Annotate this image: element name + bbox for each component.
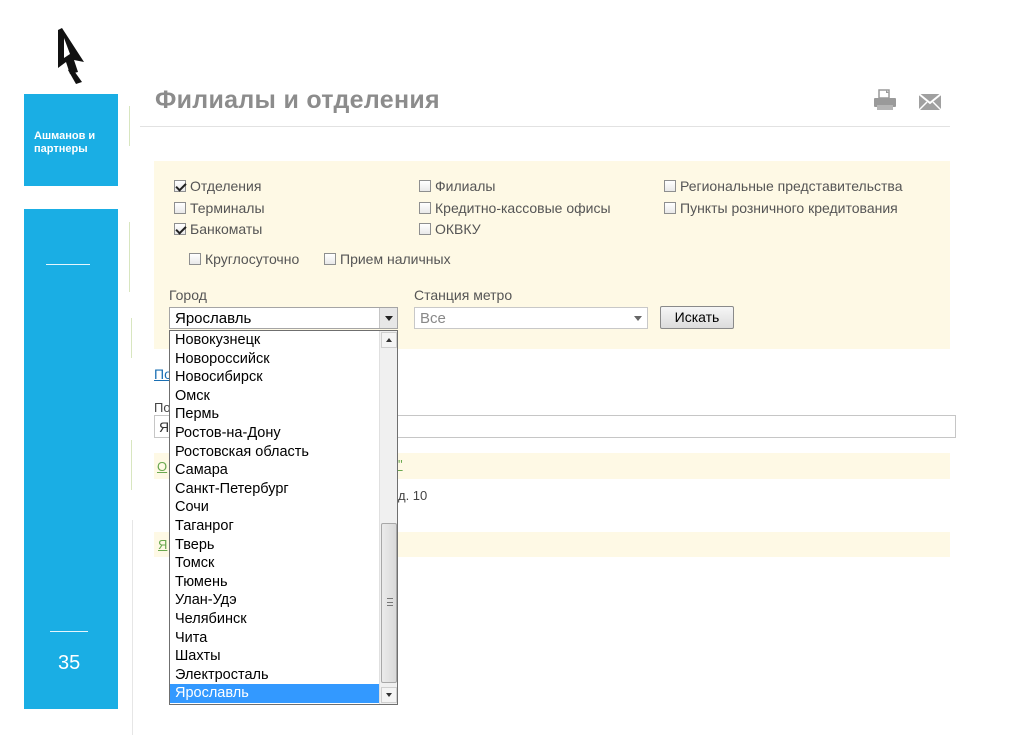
checkbox-branches-offices[interactable]: Отделения	[174, 178, 261, 194]
dropdown-option[interactable]: Пермь	[170, 405, 380, 424]
checkbox-icon[interactable]	[174, 180, 186, 192]
city-label: Город	[169, 287, 207, 303]
page: Ашманов и партнеры 35 Филиалы и отделени…	[0, 0, 1024, 741]
dropdown-option[interactable]: Таганрог	[170, 517, 380, 536]
dropdown-option[interactable]: Сочи	[170, 498, 380, 517]
checkbox-icon[interactable]	[664, 180, 676, 192]
dropdown-options: НовокузнецкНовороссийскНовосибирскОмскПе…	[170, 331, 380, 703]
checkbox-label: Терминалы	[190, 200, 265, 216]
dropdown-option[interactable]: Новороссийск	[170, 350, 380, 369]
result-link[interactable]: "	[398, 457, 403, 472]
dropdown-option[interactable]: Самара	[170, 461, 380, 480]
checkbox-icon[interactable]	[419, 180, 431, 192]
brand-tile-label: Ашманов и партнеры	[34, 130, 118, 156]
result-link[interactable]: О	[157, 459, 167, 474]
dropdown-option[interactable]: Санкт-Петербург	[170, 480, 380, 499]
checkbox-label: Пункты розничного кредитования	[680, 200, 898, 216]
checkbox-label: Кредитно-кассовые офисы	[435, 200, 611, 216]
checkbox-okvku[interactable]: ОКВКУ	[419, 221, 481, 237]
checkbox-label: Отделения	[190, 178, 261, 194]
checkbox-retail-credit[interactable]: Пункты розничного кредитования	[664, 200, 898, 216]
printer-icon[interactable]	[873, 89, 897, 111]
dropdown-option[interactable]: Ростовская область	[170, 443, 380, 462]
dropdown-option[interactable]: Тюмень	[170, 573, 380, 592]
results-address-value: Я	[159, 419, 169, 435]
checkbox-icon[interactable]	[174, 202, 186, 214]
search-button[interactable]: Искать	[660, 306, 734, 329]
metro-label: Станция метро	[414, 287, 512, 303]
city-select-value: Ярославль	[175, 310, 251, 327]
brand-tile[interactable]: Ашманов и партнеры	[24, 94, 118, 186]
metro-select-value: Все	[420, 310, 446, 327]
checkbox-icon[interactable]	[664, 202, 676, 214]
checkbox-icon[interactable]	[324, 253, 336, 265]
logo-icon	[48, 24, 96, 86]
dropdown-option[interactable]: Шахты	[170, 647, 380, 666]
dropdown-option[interactable]: Новосибирск	[170, 368, 380, 387]
result-address: д. 10	[398, 488, 427, 503]
dropdown-option[interactable]: Омск	[170, 387, 380, 406]
scrollbar-thumb[interactable]	[381, 523, 397, 683]
divider	[129, 106, 130, 146]
divider	[132, 520, 133, 735]
grip-icon	[387, 598, 393, 606]
divider	[129, 222, 130, 292]
slide-number-tile: 35	[24, 209, 118, 709]
checkbox-regional-offices[interactable]: Региональные представительства	[664, 178, 903, 194]
checkbox-label: Филиалы	[435, 178, 495, 194]
divider	[131, 318, 132, 358]
dropdown-option[interactable]: Улан-Удэ	[170, 591, 380, 610]
checkbox-atms[interactable]: Банкоматы	[174, 221, 262, 237]
scrollbar[interactable]	[379, 331, 397, 704]
scroll-down-icon[interactable]	[381, 687, 397, 703]
checkbox-label: Прием наличных	[340, 251, 451, 267]
checkbox-icon[interactable]	[189, 253, 201, 265]
city-dropdown-list[interactable]: НовокузнецкНовороссийскНовосибирскОмскПе…	[169, 330, 398, 705]
header-divider	[140, 126, 950, 127]
checkbox-icon[interactable]	[419, 223, 431, 235]
chevron-down-icon[interactable]	[379, 308, 397, 328]
checkbox-label: Банкоматы	[190, 221, 262, 237]
result-link[interactable]: Я	[158, 537, 167, 552]
divider	[46, 264, 90, 265]
checkbox-label: Круглосуточно	[205, 251, 299, 267]
checkbox-label: Региональные представительства	[680, 178, 903, 194]
page-title: Филиалы и отделения	[155, 86, 440, 115]
dropdown-option[interactable]: Ростов-на-Дону	[170, 424, 380, 443]
checkbox-icon[interactable]	[419, 202, 431, 214]
checkbox-filials[interactable]: Филиалы	[419, 178, 495, 194]
divider	[131, 440, 132, 490]
metro-select[interactable]: Все	[414, 307, 648, 329]
checkbox-terminals[interactable]: Терминалы	[174, 200, 265, 216]
scroll-up-icon[interactable]	[381, 332, 397, 348]
dropdown-option[interactable]: Тверь	[170, 536, 380, 555]
checkbox-cash-offices[interactable]: Кредитно-кассовые офисы	[419, 200, 611, 216]
checkbox-label: ОКВКУ	[435, 221, 481, 237]
slide-number: 35	[58, 652, 80, 675]
dropdown-option[interactable]: Электросталь	[170, 666, 380, 685]
dropdown-option[interactable]: Челябинск	[170, 610, 380, 629]
divider	[50, 631, 88, 632]
dropdown-option[interactable]: Новокузнецк	[170, 331, 380, 350]
checkbox-24h[interactable]: Круглосуточно	[189, 251, 299, 267]
dropdown-option[interactable]: Чита	[170, 629, 380, 648]
envelope-icon[interactable]	[918, 93, 942, 111]
dropdown-option[interactable]: Ярославль	[170, 684, 380, 703]
checkbox-cash-in[interactable]: Прием наличных	[324, 251, 451, 267]
city-select[interactable]: Ярославль	[169, 307, 398, 329]
chevron-down-icon[interactable]	[629, 308, 647, 328]
dropdown-option[interactable]: Томск	[170, 554, 380, 573]
checkbox-icon[interactable]	[174, 223, 186, 235]
